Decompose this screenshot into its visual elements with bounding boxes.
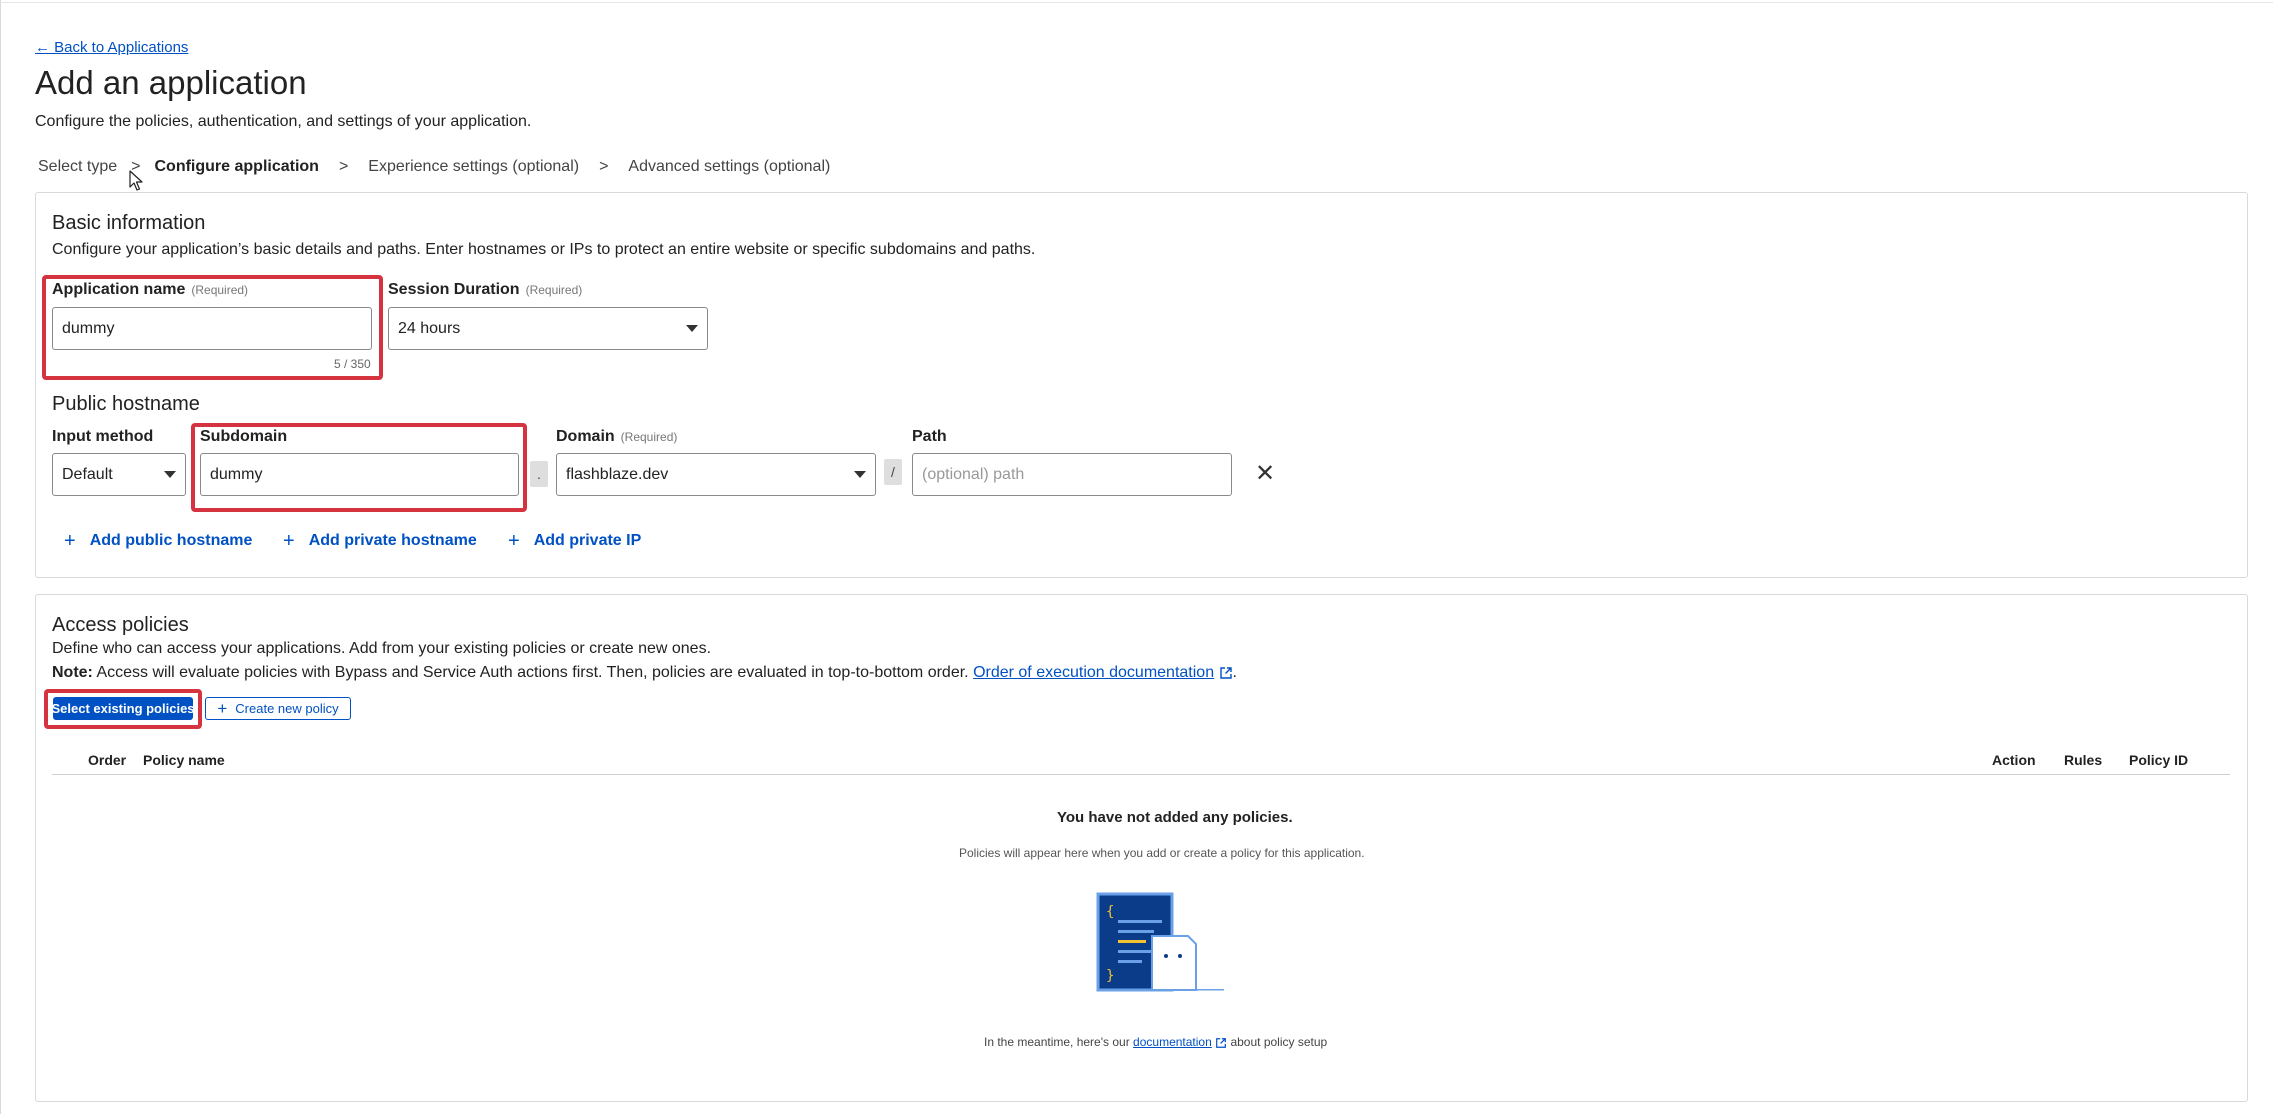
svg-text:{: {	[1106, 904, 1114, 920]
mouse-cursor-icon	[129, 170, 143, 191]
wizard-steps: Select type > Configure application > Ex…	[38, 158, 830, 176]
external-link-icon	[1219, 667, 1232, 679]
subdomain-label: Subdomain	[200, 428, 288, 445]
empty-state-title: You have not added any policies.	[1057, 809, 1293, 826]
application-name-label: Application name (Required)	[52, 281, 249, 298]
step-experience-settings[interactable]: Experience settings (optional)	[368, 158, 579, 176]
slash-separator: /	[884, 459, 902, 485]
public-hostname-title: Public hostname	[52, 393, 200, 415]
path-input[interactable]: (optional) path	[912, 453, 1232, 496]
input-method-label: Input method	[52, 428, 154, 445]
chevron-down-icon	[164, 471, 176, 478]
step-separator: >	[338, 158, 349, 175]
dot-separator: .	[530, 461, 548, 487]
add-private-ip-button[interactable]: + Add private IP	[508, 531, 641, 551]
application-name-input[interactable]: dummy	[52, 307, 372, 350]
basic-information-title: Basic information	[52, 212, 206, 234]
documentation-line: In the meantime, here's our documentatio…	[984, 1035, 1328, 1049]
column-header-rules[interactable]: Rules	[2064, 752, 2102, 768]
domain-select[interactable]: flashblaze.dev	[556, 453, 876, 496]
remove-hostname-close-icon[interactable]: ✕	[1255, 462, 1275, 486]
external-link-icon	[1216, 1037, 1227, 1048]
step-separator: >	[599, 158, 609, 175]
input-method-select[interactable]: Default	[52, 453, 186, 496]
add-private-hostname-button[interactable]: + Add private hostname	[283, 531, 477, 551]
chevron-down-icon	[686, 325, 698, 332]
basic-information-description: Configure your application’s basic detai…	[52, 241, 1036, 258]
empty-state-description: Policies will appear here when you add o…	[959, 846, 1365, 860]
column-header-policy-id[interactable]: Policy ID	[2129, 752, 2188, 768]
session-duration-label: Session Duration (Required)	[388, 281, 583, 298]
domain-value: flashblaze.dev	[566, 465, 669, 483]
path-label: Path	[912, 428, 947, 445]
domain-label: Domain (Required)	[556, 428, 678, 445]
application-name-counter: 5 / 350	[334, 357, 371, 371]
chevron-down-icon	[854, 471, 866, 478]
column-header-order[interactable]: Order	[88, 752, 126, 768]
session-duration-select[interactable]: 24 hours	[388, 307, 708, 350]
input-method-value: Default	[62, 465, 113, 483]
page-title: Add an application	[35, 64, 307, 101]
back-to-applications-link[interactable]: ← Back to Applications	[35, 39, 188, 56]
session-duration-value: 24 hours	[398, 319, 461, 337]
add-public-hostname-button[interactable]: + Add public hostname	[64, 531, 252, 551]
table-header-divider	[52, 774, 2230, 775]
window-top-border	[0, 2, 2273, 3]
column-header-policy-name[interactable]: Policy name	[143, 752, 225, 768]
plus-icon: +	[217, 699, 228, 718]
select-existing-policies-button[interactable]: Select existing policies	[51, 697, 195, 720]
access-policies-description: Define who can access your applications.…	[52, 640, 712, 657]
order-of-execution-link[interactable]: Order of execution documentation	[973, 664, 1214, 681]
empty-policies-illustration-icon: { }	[1096, 892, 1224, 992]
step-select-type[interactable]: Select type	[38, 158, 117, 176]
access-policies-title: Access policies	[52, 614, 189, 636]
subdomain-input[interactable]: dummy	[200, 453, 519, 496]
access-policies-note: Note: Access will evaluate policies with…	[52, 664, 1237, 681]
step-configure-application[interactable]: Configure application	[155, 158, 319, 176]
policy-documentation-link[interactable]: documentation	[1133, 1035, 1212, 1049]
window-left-border	[0, 0, 1, 1114]
page-subtitle: Configure the policies, authentication, …	[35, 113, 532, 130]
create-new-policy-button[interactable]: + Create new policy	[205, 697, 351, 720]
column-header-action[interactable]: Action	[1992, 752, 2036, 768]
plus-icon: +	[508, 530, 520, 552]
step-advanced-settings[interactable]: Advanced settings (optional)	[628, 158, 830, 176]
svg-text:}: }	[1106, 968, 1114, 984]
plus-icon: +	[283, 530, 295, 552]
plus-icon: +	[64, 530, 76, 552]
